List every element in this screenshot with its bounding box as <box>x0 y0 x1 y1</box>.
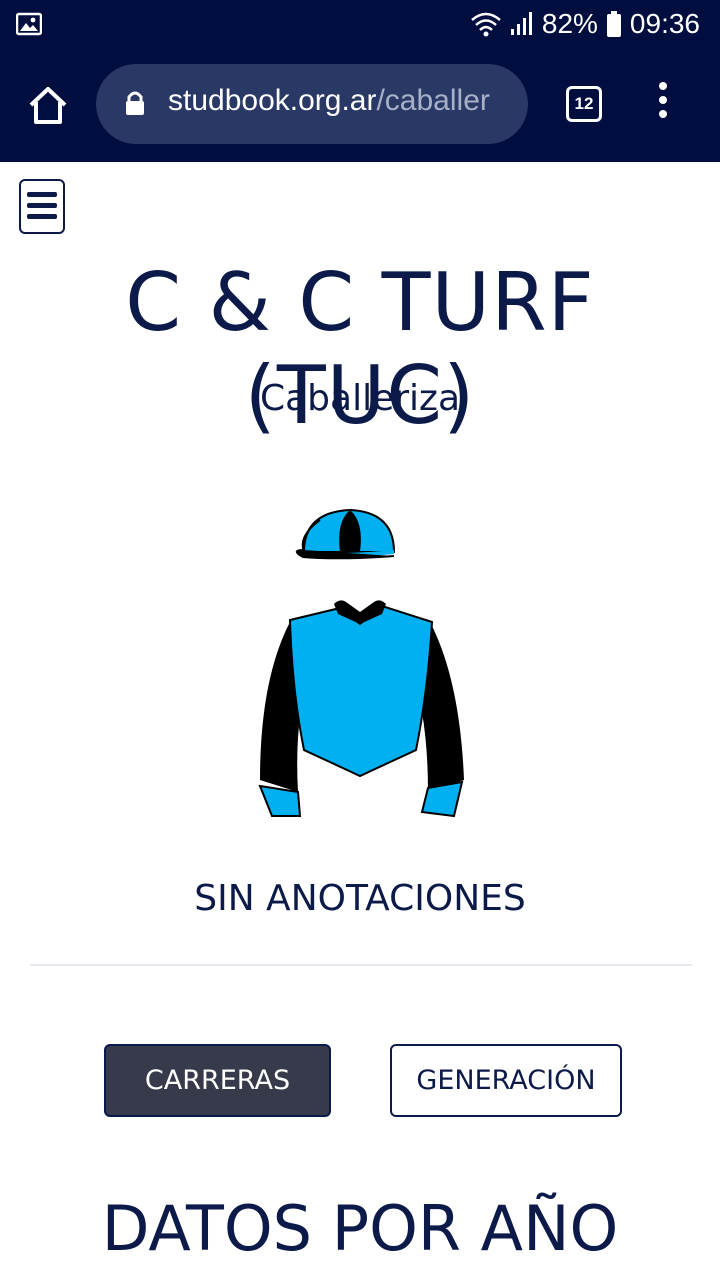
hamburger-menu-icon[interactable] <box>19 179 65 234</box>
cap-icon <box>295 508 396 560</box>
signal-icon <box>510 11 534 37</box>
jacket-icon <box>258 600 464 818</box>
annotations-text: SIN ANOTACIONES <box>194 878 526 919</box>
carreras-button[interactable]: CARRERAS <box>104 1044 331 1117</box>
clock: 09:36 <box>629 8 700 39</box>
jockey-silks-image <box>258 508 464 818</box>
wifi-icon <box>470 10 502 38</box>
url-text[interactable]: studbook.org.ar/caballer <box>168 84 490 118</box>
home-icon[interactable] <box>26 84 70 128</box>
url-host: studbook.org.ar <box>168 84 377 117</box>
image-notification-icon <box>15 12 43 40</box>
divider <box>30 964 692 966</box>
tab-switcher-button[interactable]: 12 <box>566 86 602 122</box>
battery-icon <box>606 10 622 38</box>
section-title: DATOS POR AÑO <box>101 1192 619 1265</box>
browser-toolbar: studbook.org.ar/caballer 12 <box>0 50 720 162</box>
battery-percent: 82% <box>541 8 598 39</box>
status-bar: 82% 09:36 <box>0 0 720 50</box>
generacion-button[interactable]: GENERACIÓN <box>390 1044 622 1117</box>
url-bar[interactable]: studbook.org.ar/caballer <box>96 64 528 144</box>
url-path: /caballer <box>376 84 490 117</box>
overflow-menu-icon[interactable] <box>646 82 680 126</box>
page-subtitle: Caballeriza <box>259 378 461 419</box>
lock-icon <box>126 91 144 115</box>
